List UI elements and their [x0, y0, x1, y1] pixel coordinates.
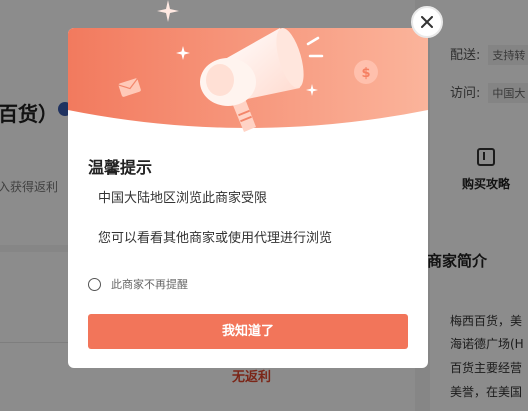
sparkle-icon: [157, 0, 179, 26]
ok-button[interactable]: 我知道了: [88, 314, 408, 349]
coin-icon: $: [354, 60, 378, 84]
dont-remind-label: 此商家不再提醒: [111, 278, 188, 291]
dont-remind-option[interactable]: 此商家不再提醒: [88, 276, 188, 292]
suggestion-message: 您可以看看其他商家或使用代理进行浏览: [98, 231, 333, 246]
close-button[interactable]: [411, 6, 443, 38]
restriction-message: 中国大陆地区浏览此商家受限: [98, 191, 268, 206]
dialog-banner: $: [68, 28, 428, 138]
close-icon: [421, 16, 433, 28]
dont-remind-radio[interactable]: [88, 277, 101, 291]
dialog-title: 温馨提示: [88, 158, 153, 177]
svg-text:$: $: [361, 66, 370, 81]
notice-dialog: $ 温馨提示 中国大陆地区浏览此商家受限 您可以看看其他商家或使用代理进行浏览 …: [68, 0, 428, 368]
